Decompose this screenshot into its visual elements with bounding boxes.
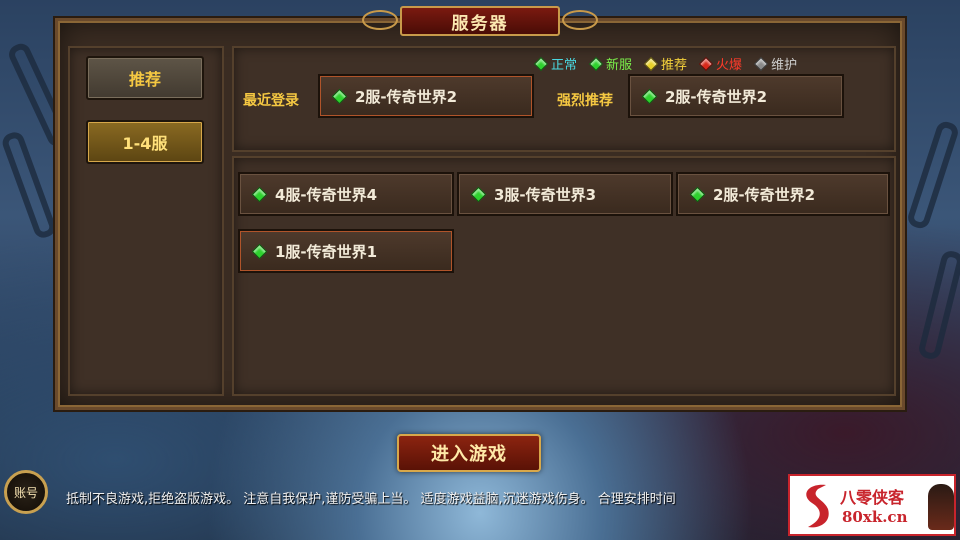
- green-gem-icon: [588, 56, 604, 71]
- server-name: 2服-传奇世界2: [665, 87, 768, 106]
- title-ornament-left: [362, 10, 398, 30]
- recommended-label: 强烈推荐: [557, 93, 613, 109]
- legend-normal: 正常: [533, 54, 578, 73]
- health-notice: 抵制不良游戏,拒绝盗版游戏。 注意自我保护,谨防受骗上当。 适度游戏益脑,沉迷游…: [66, 492, 676, 507]
- green-gem-icon: [251, 186, 268, 202]
- green-gem-icon: [470, 186, 487, 202]
- green-gem-icon: [331, 88, 348, 104]
- server-name: 2服-传奇世界2: [355, 87, 458, 106]
- recommended-server-button[interactable]: 2服-传奇世界2: [628, 74, 844, 118]
- legend-label: 新服: [606, 58, 633, 73]
- server-item-4[interactable]: 4服-传奇世界4: [238, 172, 454, 216]
- watermark-logo: 八零侠客 80xk.cn: [788, 474, 956, 536]
- legend-label: 正常: [551, 58, 578, 73]
- yellow-gem-icon: [643, 56, 659, 71]
- account-button[interactable]: 账号: [4, 470, 48, 514]
- legend-label: 推荐: [661, 58, 688, 73]
- title-ornament-right: [562, 10, 598, 30]
- server-item-2[interactable]: 2服-传奇世界2: [676, 172, 890, 216]
- server-name: 2服-传奇世界2: [713, 185, 816, 204]
- tab-servers-1-4[interactable]: 1-4服: [86, 120, 204, 164]
- green-gem-icon: [533, 56, 549, 71]
- background-chain: [905, 119, 960, 231]
- red-gem-icon: [698, 56, 714, 71]
- green-gem-icon: [641, 88, 658, 104]
- legend-recommend: 推荐: [643, 54, 688, 73]
- server-name: 3服-传奇世界3: [494, 185, 597, 204]
- server-name: 4服-传奇世界4: [275, 185, 378, 204]
- enter-game-button[interactable]: 进入游戏: [397, 434, 541, 472]
- green-gem-icon: [689, 186, 706, 202]
- tab-recommend[interactable]: 推荐: [86, 56, 204, 100]
- background-chain: [917, 248, 960, 362]
- watermark-domain: 80xk.cn: [842, 508, 908, 526]
- legend-label: 维护: [771, 58, 798, 73]
- grey-gem-icon: [753, 56, 769, 71]
- server-item-3[interactable]: 3服-传奇世界3: [457, 172, 673, 216]
- recent-server-button[interactable]: 2服-传奇世界2: [318, 74, 534, 118]
- panel-title: 服务器: [400, 6, 560, 36]
- recent-login-label: 最近登录: [243, 93, 299, 109]
- avatar: [928, 484, 954, 530]
- server-item-1[interactable]: 1服-传奇世界1: [238, 229, 454, 273]
- legend-maintenance: 维护: [753, 54, 798, 73]
- legend-label: 火爆: [716, 58, 743, 73]
- background-chain: [0, 129, 59, 241]
- watermark-name: 八零侠客: [840, 488, 905, 507]
- legend-hot: 火爆: [698, 54, 743, 73]
- status-legend: 正常 新服 推荐 火爆 维护: [533, 54, 798, 73]
- green-gem-icon: [251, 243, 268, 259]
- dragon-logo-icon: [806, 484, 829, 528]
- server-name: 1服-传奇世界1: [275, 242, 378, 261]
- legend-new: 新服: [588, 54, 633, 73]
